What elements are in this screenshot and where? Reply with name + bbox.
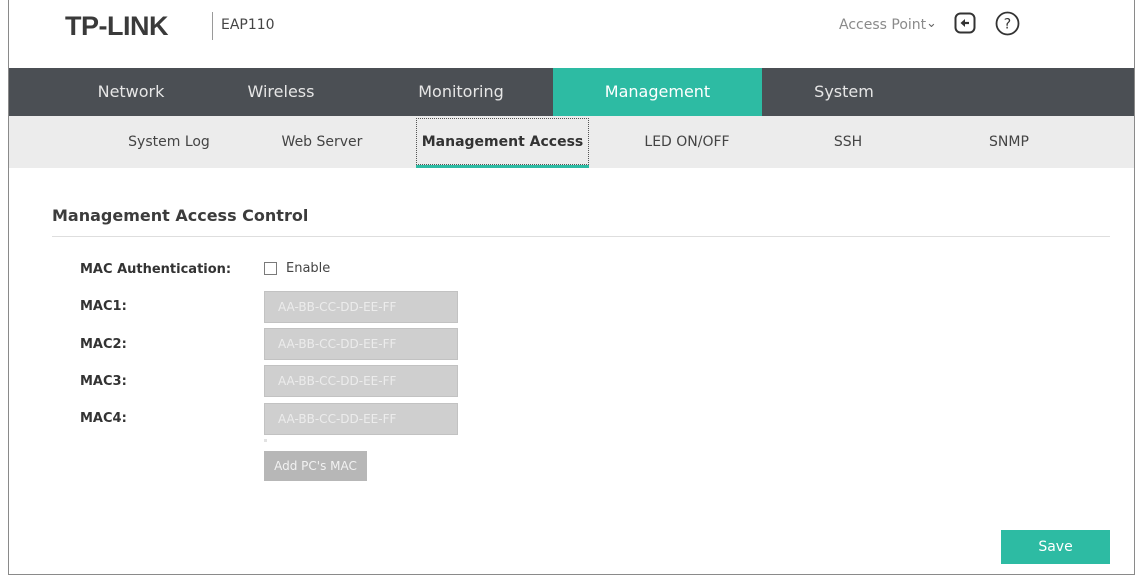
subtab-ssh[interactable]: SSH: [788, 116, 908, 168]
mode-select[interactable]: Access Point: [839, 17, 926, 33]
logout-icon[interactable]: [954, 12, 976, 34]
tab-management[interactable]: Management: [553, 68, 762, 116]
logo-separator: [212, 12, 213, 40]
svg-text:?: ?: [1004, 17, 1011, 33]
chevron-down-icon[interactable]: ⌄: [926, 16, 937, 31]
mac2-label: MAC2:: [80, 337, 127, 352]
tab-system[interactable]: System: [769, 68, 919, 116]
mac1-input[interactable]: [264, 291, 458, 323]
subtab-web-server[interactable]: Web Server: [252, 116, 392, 168]
header: TP-LINK EAP110 Access Point ⌄ ?: [9, 0, 1134, 68]
section-divider: [52, 236, 1110, 237]
enable-checkbox[interactable]: [264, 262, 277, 275]
subtab-label: SNMP: [989, 134, 1029, 150]
add-pc-mac-button[interactable]: Add PC's MAC: [264, 451, 367, 481]
subtab-snmp[interactable]: SNMP: [949, 116, 1069, 168]
subtab-label: Web Server: [281, 134, 363, 150]
subtab-system-log[interactable]: System Log: [99, 116, 239, 168]
mac-auth-label: MAC Authentication:: [80, 262, 232, 277]
subtab-label: System Log: [128, 134, 210, 150]
mac3-input[interactable]: [264, 365, 458, 397]
mac4-input[interactable]: [264, 403, 458, 435]
subtab-management-access[interactable]: Management Access: [416, 116, 589, 168]
tab-network[interactable]: Network: [56, 68, 206, 116]
main-nav: Network Wireless Monitoring Management S…: [9, 68, 1134, 116]
sub-nav: System Log Web Server Management Access …: [9, 116, 1134, 168]
mac4-label: MAC4:: [80, 411, 127, 426]
tab-monitoring[interactable]: Monitoring: [386, 68, 536, 116]
save-button[interactable]: Save: [1001, 530, 1110, 564]
mac1-label: MAC1:: [80, 299, 127, 314]
help-icon[interactable]: ?: [995, 11, 1020, 36]
brand-logo: TP-LINK: [65, 11, 168, 41]
subtab-led-onoff[interactable]: LED ON/OFF: [617, 116, 757, 168]
enable-label[interactable]: Enable: [286, 261, 330, 276]
mac2-input[interactable]: [264, 328, 458, 360]
section-title: Management Access Control: [52, 206, 309, 225]
subtab-label: SSH: [833, 134, 863, 150]
model-name: EAP110: [221, 17, 275, 33]
focus-outline: [416, 118, 589, 165]
spacer-mark: [264, 439, 267, 442]
active-underline: [416, 165, 589, 168]
tab-wireless[interactable]: Wireless: [206, 68, 356, 116]
mac3-label: MAC3:: [80, 374, 127, 389]
subtab-label: LED ON/OFF: [644, 134, 730, 150]
page-frame: TP-LINK EAP110 Access Point ⌄ ? Network …: [8, 0, 1135, 575]
